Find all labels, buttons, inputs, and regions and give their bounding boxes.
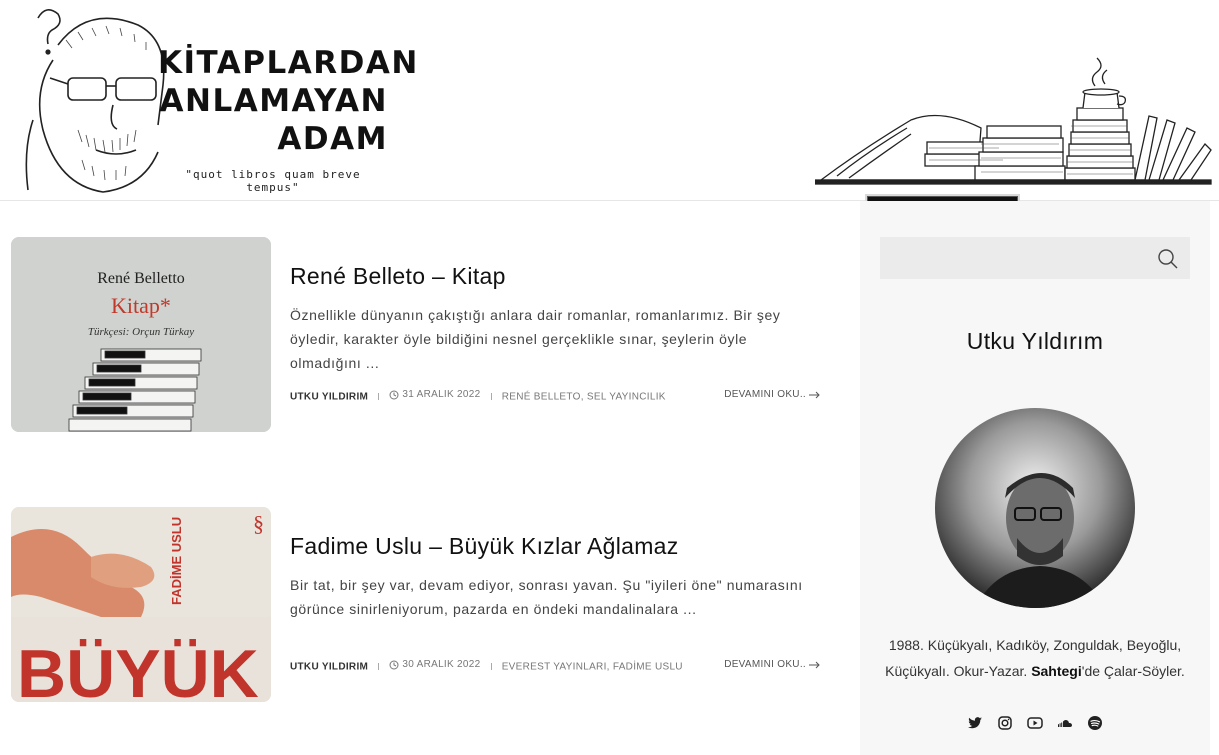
avatar: [935, 408, 1135, 608]
search-icon: [1158, 249, 1178, 269]
post-date: 30 ARALIK 2022: [389, 659, 480, 670]
logo-title-line-1: KİTAPLARDAN: [158, 45, 419, 81]
instagram-icon[interactable]: [997, 715, 1013, 731]
post-card: BÜYÜK FADİME USLU § Fadime Uslu – Büyük …: [11, 507, 821, 702]
cover-author: FADİME USLU: [169, 517, 184, 605]
clock-icon: [389, 390, 399, 399]
post-tag-link[interactable]: SEL YAYINCILIK: [587, 392, 666, 403]
bio-band-link[interactable]: Sahtegi: [1031, 663, 1082, 679]
logo-tagline: "quot libros quam breve tempus": [185, 168, 361, 194]
book-cover-image: BÜYÜK FADİME USLU §: [11, 507, 271, 702]
post-title[interactable]: René Belleto – Kitap: [290, 263, 810, 290]
post-author-link[interactable]: UTKU YILDIRIM: [290, 662, 368, 673]
social-links: [860, 715, 1210, 731]
profile-name: Utku Yıldırım: [966, 328, 1104, 354]
meta-separator: [378, 393, 380, 401]
meta-separator: [490, 663, 492, 671]
logo-title-line-2: ANLAMAYAN: [159, 83, 388, 119]
post-meta: UTKU YILDIRIM 30 ARALIK 2022 EVEREST YAY…: [290, 659, 820, 673]
post-card: René Belletto Kitap* Türkçesi: Orçun Tür…: [11, 237, 821, 432]
clock-icon: [389, 660, 399, 669]
post-tag-link[interactable]: FADİME USLU: [613, 662, 683, 673]
read-more-label: DEVAMINI OKU..: [724, 659, 806, 670]
cover-title: Kitap*: [111, 293, 171, 318]
post-excerpt: Öznellikle dünyanın çakıştığı anlara dai…: [290, 307, 781, 371]
profile-bio: 1988. Küçükyalı, Kadıköy, Zonguldak, Bey…: [880, 633, 1190, 684]
avatar-photo: [935, 408, 1135, 608]
cover-author: René Belletto: [97, 270, 185, 287]
post-date-text: 30 ARALIK 2022: [402, 659, 481, 670]
sidebar: Utku Yıldırım 1988. Küçükyalı, Kadıköy, …: [860, 201, 1210, 755]
read-more-link[interactable]: DEVAMINI OKU..: [724, 659, 820, 670]
post-body: Fadime Uslu – Büyük Kızlar Ağlamaz Bir t…: [290, 507, 810, 621]
read-more-link[interactable]: DEVAMINI OKU..: [724, 389, 820, 400]
read-more-label: DEVAMINI OKU..: [724, 389, 806, 400]
site-header: KİTAPLARDAN ANLAMAYAN ADAM "quot libros …: [0, 0, 1219, 216]
post-thumbnail[interactable]: BÜYÜK FADİME USLU §: [11, 507, 271, 702]
cover-translator: Türkçesi: Orçun Türkay: [88, 326, 194, 338]
site-logo[interactable]: KİTAPLARDAN ANLAMAYAN ADAM "quot libros …: [8, 0, 419, 200]
soundcloud-icon[interactable]: [1057, 715, 1073, 731]
logo-title: KİTAPLARDAN ANLAMAYAN ADAM: [158, 44, 419, 158]
post-date: 31 ARALIK 2022: [389, 389, 480, 400]
post-meta: UTKU YILDIRIM 31 ARALIK 2022 RENÉ BELLET…: [290, 389, 820, 403]
arrow-right-icon: [809, 661, 820, 668]
post-excerpt: Bir tat, bir şey var, devam ediyor, sonr…: [290, 577, 803, 617]
book-cover-image: René Belletto Kitap* Türkçesi: Orçun Tür…: [11, 237, 271, 432]
bio-text-end: 'de Çalar-Söyler.: [1081, 662, 1185, 679]
post-tag-link[interactable]: RENÉ BELLETO: [502, 392, 581, 403]
arrow-right-icon: [809, 391, 820, 398]
post-body: René Belleto – Kitap Öznellikle dünyanın…: [290, 237, 810, 375]
logo-sketch-portrait: [25, 9, 165, 193]
post-thumbnail[interactable]: René Belletto Kitap* Türkçesi: Orçun Tür…: [11, 237, 271, 432]
logo-title-line-3: ADAM: [277, 121, 388, 157]
post-author-link[interactable]: UTKU YILDIRIM: [290, 392, 368, 403]
spotify-icon[interactable]: [1087, 715, 1103, 731]
search-form: [880, 237, 1190, 279]
meta-separator: [378, 663, 380, 671]
search-button[interactable]: [1156, 247, 1180, 271]
books-illustration: [815, 57, 1212, 185]
meta-separator: [490, 393, 492, 401]
post-date-text: 31 ARALIK 2022: [402, 389, 481, 400]
search-input[interactable]: [880, 237, 1140, 279]
cover-publisher-mark: §: [253, 511, 264, 536]
cover-big-word: BÜYÜK: [17, 636, 259, 702]
twitter-icon[interactable]: [967, 715, 983, 731]
youtube-icon[interactable]: [1027, 715, 1043, 731]
post-title[interactable]: Fadime Uslu – Büyük Kızlar Ağlamaz: [290, 533, 810, 560]
post-tag-link[interactable]: EVEREST YAYINLARI: [502, 662, 607, 673]
